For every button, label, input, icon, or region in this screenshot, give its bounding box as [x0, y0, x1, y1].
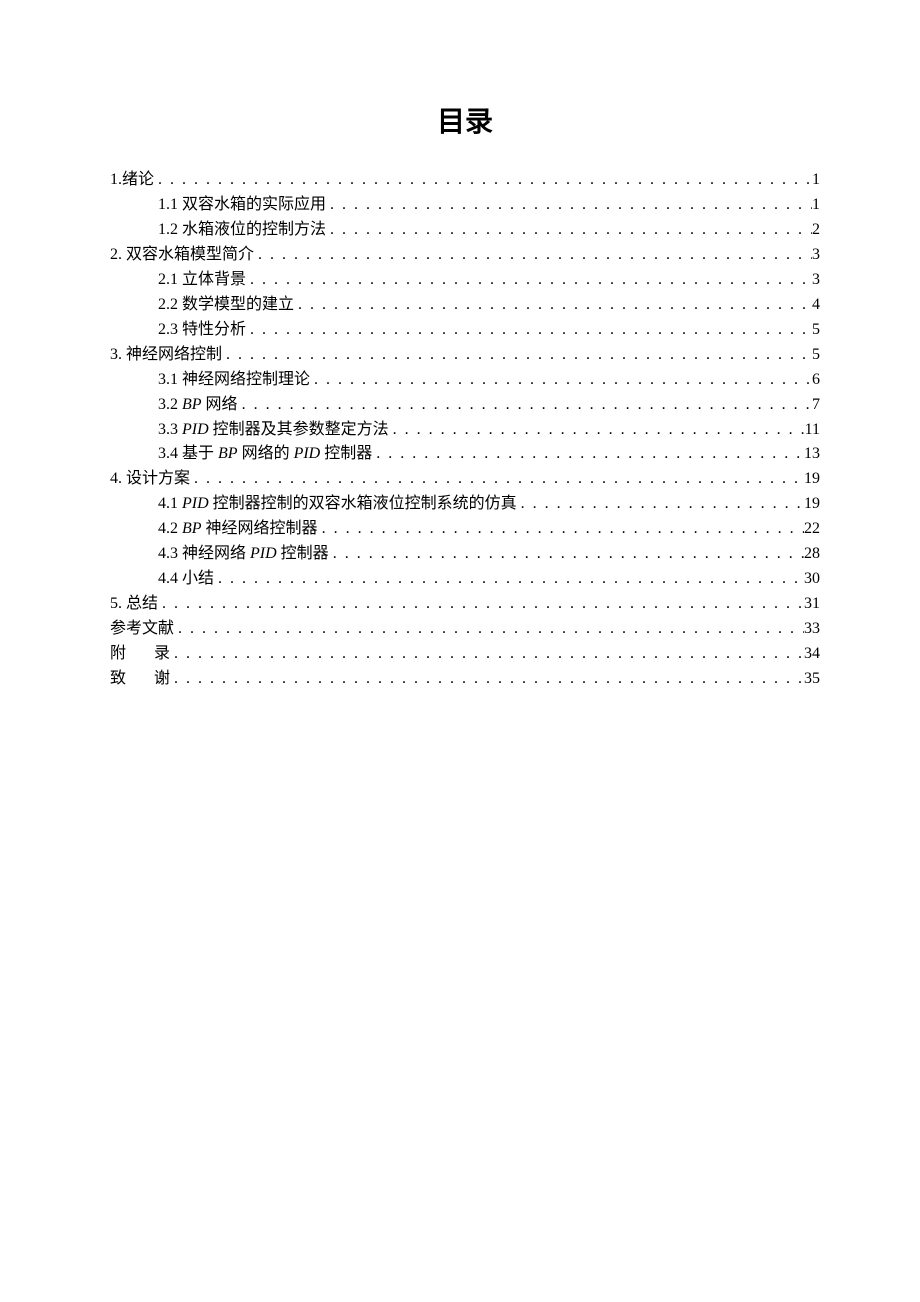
toc-entry: 2.2 数学模型的建立 4 [110, 293, 820, 318]
toc-entry-page: 22 [804, 517, 820, 542]
toc-entry-label: 2.3 特性分析 [158, 318, 246, 343]
toc-leader-dots [222, 343, 812, 368]
toc-entry-page: 19 [804, 492, 820, 517]
toc-entry-label: 4.4 小结 [158, 567, 214, 592]
toc-entry: 1.1 双容水箱的实际应用 1 [110, 193, 820, 218]
toc-entry-label: 2.2 数学模型的建立 [158, 293, 294, 318]
toc-leader-dots [158, 592, 804, 617]
toc-entry-label: 3.3 PID 控制器及其参数整定方法 [158, 418, 389, 443]
toc-entry-page: 30 [804, 567, 820, 592]
toc-leader-dots [310, 368, 812, 393]
toc-leader-dots [214, 567, 804, 592]
toc-leader-dots [326, 218, 812, 243]
toc-entry: 3. 神经网络控制 5 [110, 343, 820, 368]
toc-entry-label: 2. 双容水箱模型简介 [110, 243, 254, 268]
toc-entry-label: 3.1 神经网络控制理论 [158, 368, 310, 393]
toc-leader-dots [170, 667, 804, 692]
page-title: 目录 [110, 100, 820, 140]
toc-entry: 参考文献 33 [110, 617, 820, 642]
toc-leader-dots [246, 268, 812, 293]
toc-entry-page: 11 [805, 418, 820, 443]
toc-entry: 5. 总结 31 [110, 592, 820, 617]
toc-entry-page: 3 [812, 243, 820, 268]
toc-leader-dots [238, 393, 812, 418]
toc-entry-label: 3. 神经网络控制 [110, 343, 222, 368]
toc-entry-page: 3 [812, 268, 820, 293]
toc-leader-dots [154, 168, 812, 193]
toc-entry-label: 3.2 BP 网络 [158, 393, 238, 418]
toc-entry: 2.1 立体背景 3 [110, 268, 820, 293]
table-of-contents: 1.绪论11.1 双容水箱的实际应用11.2 水箱液位的控制方法22. 双容水箱… [110, 168, 820, 692]
toc-entry: 3.3 PID 控制器及其参数整定方法 11 [110, 418, 820, 443]
toc-entry-page: 19 [804, 467, 820, 492]
toc-entry: 4.2 BP 神经网络控制器 22 [110, 517, 820, 542]
toc-entry: 致谢 35 [110, 667, 820, 692]
toc-leader-dots [318, 517, 804, 542]
toc-entry-page: 35 [804, 667, 820, 692]
toc-entry-page: 33 [804, 617, 820, 642]
toc-entry: 2. 双容水箱模型简介 3 [110, 243, 820, 268]
toc-entry-page: 5 [812, 318, 820, 343]
toc-entry: 4. 设计方案 19 [110, 467, 820, 492]
toc-entry-page: 13 [804, 442, 820, 467]
toc-entry-label: 参考文献 [110, 617, 174, 642]
toc-entry: 附录 34 [110, 642, 820, 667]
toc-entry-page: 2 [812, 218, 820, 243]
toc-entry-label: 1.2 水箱液位的控制方法 [158, 218, 326, 243]
toc-entry: 1.2 水箱液位的控制方法 2 [110, 218, 820, 243]
toc-leader-dots [190, 467, 804, 492]
toc-entry-page: 4 [812, 293, 820, 318]
toc-leader-dots [389, 418, 805, 443]
toc-leader-dots [329, 542, 804, 567]
toc-entry-page: 6 [812, 368, 820, 393]
toc-entry: 2.3 特性分析 5 [110, 318, 820, 343]
toc-leader-dots [326, 193, 812, 218]
toc-entry-page: 5 [812, 343, 820, 368]
toc-entry: 4.4 小结 30 [110, 567, 820, 592]
toc-entry: 3.2 BP 网络 7 [110, 393, 820, 418]
toc-entry: 3.4 基于 BP 网络的 PID 控制器 13 [110, 442, 820, 467]
toc-entry-page: 28 [804, 542, 820, 567]
toc-leader-dots [170, 642, 804, 667]
toc-entry-label: 4. 设计方案 [110, 467, 190, 492]
toc-entry-page: 34 [804, 642, 820, 667]
toc-entry-label: 4.3 神经网络 PID 控制器 [158, 542, 329, 567]
toc-entry-label: 4.2 BP 神经网络控制器 [158, 517, 318, 542]
toc-entry: 1.绪论 1 [110, 168, 820, 193]
toc-entry: 4.3 神经网络 PID 控制器 28 [110, 542, 820, 567]
toc-entry-label: 4.1 PID 控制器控制的双容水箱液位控制系统的仿真 [158, 492, 517, 517]
toc-leader-dots [517, 492, 804, 517]
toc-leader-dots [294, 293, 812, 318]
toc-entry: 3.1 神经网络控制理论 6 [110, 368, 820, 393]
toc-entry-page: 1 [812, 168, 820, 193]
toc-entry-page: 31 [804, 592, 820, 617]
toc-leader-dots [372, 442, 804, 467]
toc-entry-page: 1 [812, 193, 820, 218]
toc-entry-label: 5. 总结 [110, 592, 158, 617]
toc-leader-dots [246, 318, 812, 343]
toc-entry-page: 7 [812, 393, 820, 418]
toc-entry-label: 1.1 双容水箱的实际应用 [158, 193, 326, 218]
toc-entry-label: 2.1 立体背景 [158, 268, 246, 293]
toc-entry-label: 致谢 [110, 667, 170, 692]
toc-entry-label: 3.4 基于 BP 网络的 PID 控制器 [158, 442, 372, 467]
toc-entry: 4.1 PID 控制器控制的双容水箱液位控制系统的仿真 19 [110, 492, 820, 517]
toc-entry-label: 附录 [110, 642, 170, 667]
toc-leader-dots [174, 617, 804, 642]
toc-entry-label: 1.绪论 [110, 168, 154, 193]
toc-leader-dots [254, 243, 812, 268]
